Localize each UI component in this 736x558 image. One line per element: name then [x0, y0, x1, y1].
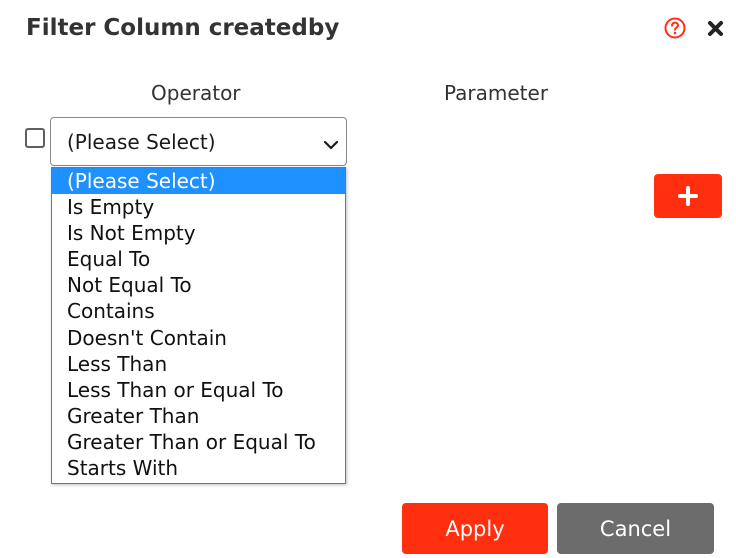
- dropdown-option[interactable]: Greater Than: [52, 403, 345, 429]
- operator-select[interactable]: (Please Select): [50, 117, 347, 166]
- dropdown-option[interactable]: Is Empty: [52, 194, 345, 220]
- dropdown-option[interactable]: Is Not Empty: [52, 220, 345, 246]
- dropdown-option[interactable]: Equal To: [52, 246, 345, 272]
- dropdown-option[interactable]: Less Than: [52, 351, 345, 377]
- apply-button[interactable]: Apply: [402, 503, 548, 554]
- close-icon[interactable]: [707, 20, 724, 37]
- dropdown-option[interactable]: Starts With: [52, 455, 345, 481]
- plus-icon: [678, 186, 698, 206]
- dropdown-option[interactable]: Greater Than or Equal To: [52, 429, 345, 455]
- dropdown-option[interactable]: Less Than or Equal To: [52, 377, 345, 403]
- dropdown-option[interactable]: (Please Select): [52, 168, 345, 195]
- chevron-down-icon: [323, 136, 339, 150]
- cancel-button[interactable]: Cancel: [557, 503, 714, 554]
- help-circle-icon[interactable]: [664, 17, 686, 39]
- filter-dialog: Filter Column createdby Operator Paramet…: [0, 0, 736, 558]
- operator-column-header: Operator: [151, 81, 241, 105]
- dialog-title: Filter Column createdby: [26, 15, 340, 41]
- dropdown-option[interactable]: Contains: [52, 298, 345, 324]
- parameter-column-header: Parameter: [444, 81, 549, 105]
- operator-select-value: (Please Select): [67, 130, 216, 154]
- add-filter-button[interactable]: [654, 174, 722, 218]
- dropdown-option[interactable]: Doesn't Contain: [52, 325, 345, 351]
- dropdown-option[interactable]: Not Equal To: [52, 272, 345, 298]
- operator-dropdown-list: (Please Select) Is Empty Is Not Empty Equal…: [51, 167, 346, 484]
- filter-row-checkbox[interactable]: [25, 128, 45, 148]
